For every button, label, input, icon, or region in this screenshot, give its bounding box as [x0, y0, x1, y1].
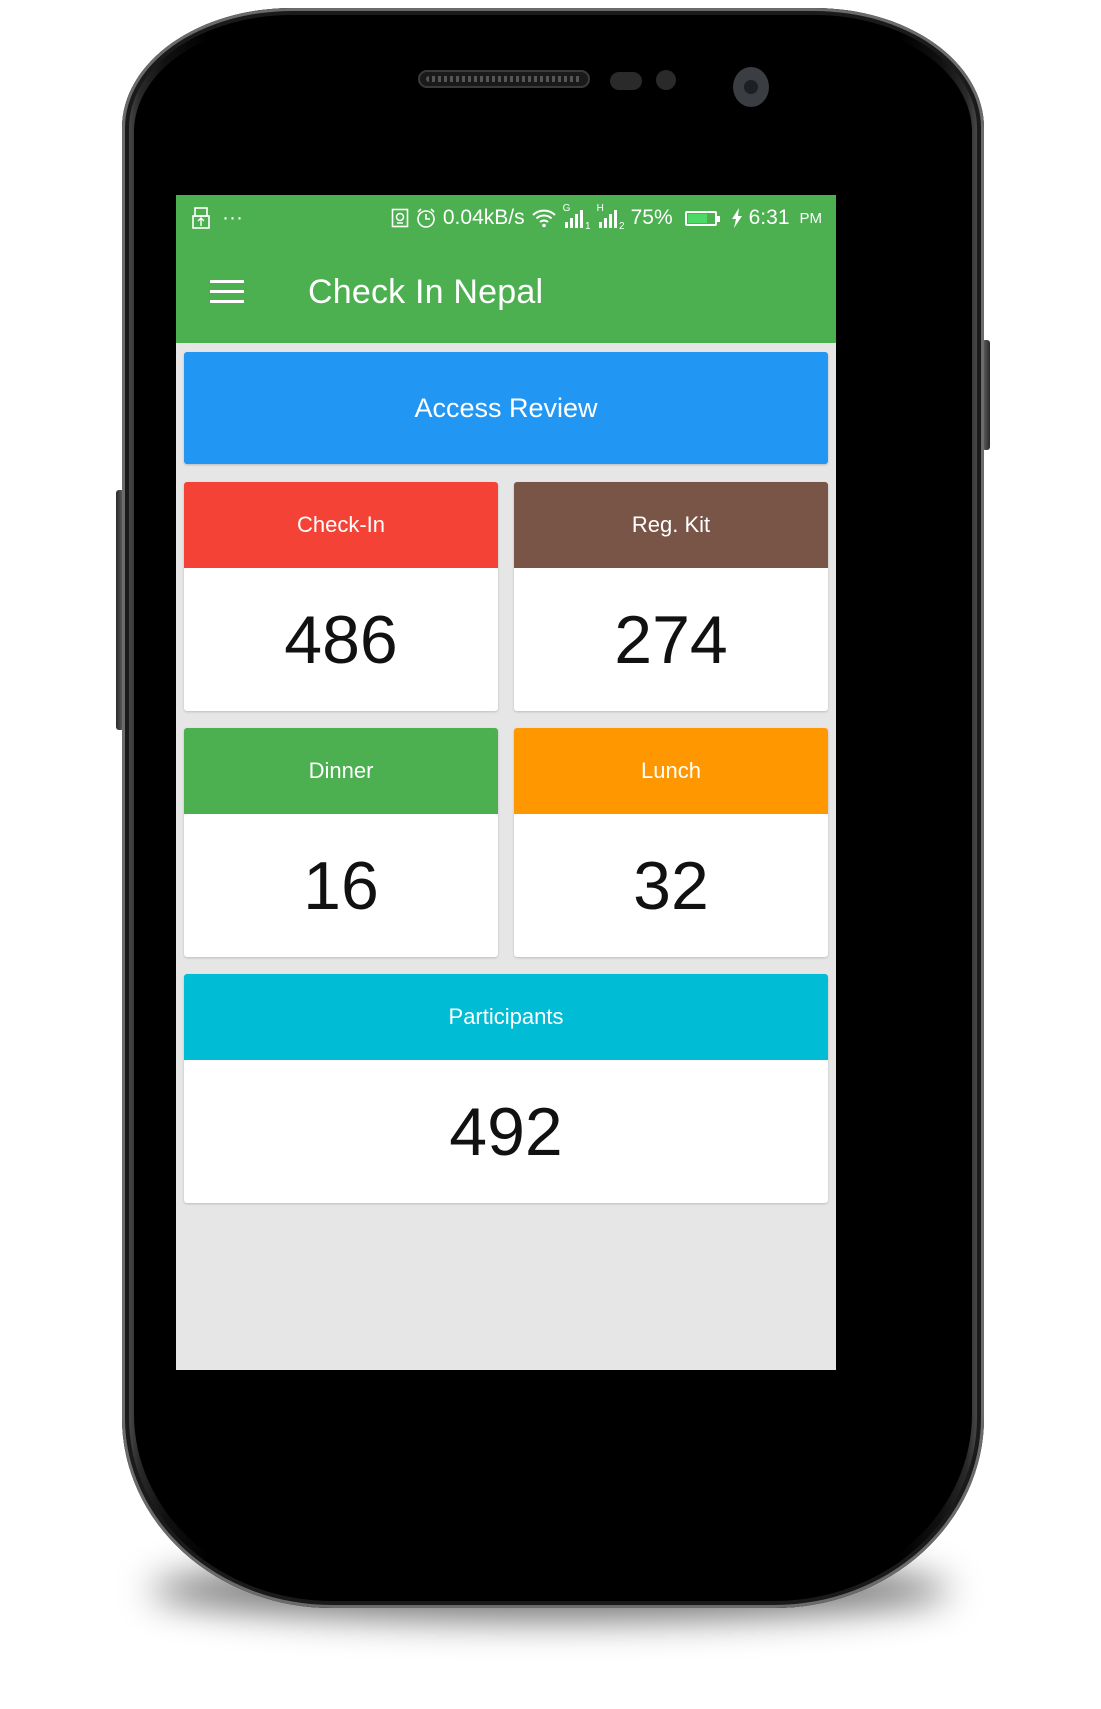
app-toolbar: Check In Nepal: [176, 241, 836, 343]
sim2-network-type: H: [596, 203, 604, 214]
card-value: 16: [303, 847, 379, 924]
card-header: Dinner: [184, 728, 498, 814]
app-screen: ··· 0.04kB/s G 1 H 2 75% 6:31 PM Check I…: [176, 195, 836, 1370]
sim1-network-type: G: [562, 203, 571, 214]
reg-kit-card[interactable]: Reg. Kit 274: [514, 482, 828, 711]
earpiece-speaker: [418, 70, 590, 88]
screenshot-icon: [391, 208, 409, 228]
clock-ampm: PM: [799, 209, 823, 227]
card-header: Participants: [184, 974, 828, 1060]
wifi-icon: [531, 208, 557, 228]
check-in-card[interactable]: Check-In 486: [184, 482, 498, 711]
card-header: Reg. Kit: [514, 482, 828, 568]
more-dots-icon: ···: [222, 206, 243, 229]
clock-time: 6:31: [748, 206, 790, 229]
battery-level-fill: [687, 213, 707, 223]
card-value: 492: [449, 1093, 563, 1170]
signal-sim1-icon: G 1: [563, 203, 591, 232]
usb-icon: [192, 207, 210, 229]
hamburger-menu-icon[interactable]: [210, 280, 246, 304]
battery-icon: [684, 210, 720, 226]
battery-percent: 75%: [630, 206, 673, 229]
card-header: Lunch: [514, 728, 828, 814]
network-speed: 0.04kB/s: [442, 206, 525, 229]
sim1-index: 1: [585, 221, 591, 232]
lunch-card[interactable]: Lunch 32: [514, 728, 828, 957]
status-bar: ··· 0.04kB/s G 1 H 2 75% 6:31 PM: [176, 195, 836, 241]
card-value: 32: [633, 847, 709, 924]
card-header: Check-In: [184, 482, 498, 568]
participants-card[interactable]: Participants 492: [184, 974, 828, 1203]
app-title: Check In Nepal: [308, 272, 544, 311]
sim2-index: 2: [619, 221, 625, 232]
dinner-card[interactable]: Dinner 16: [184, 728, 498, 957]
proximity-sensor: [610, 72, 642, 90]
card-value: 274: [614, 601, 728, 678]
card-value: 486: [284, 601, 398, 678]
access-review-button[interactable]: Access Review: [184, 352, 828, 464]
charging-bolt-icon: [731, 208, 743, 228]
signal-sim2-icon: H 2: [597, 203, 625, 232]
alarm-clock-icon: [415, 207, 437, 229]
front-camera: [733, 67, 769, 107]
light-sensor: [656, 70, 676, 90]
